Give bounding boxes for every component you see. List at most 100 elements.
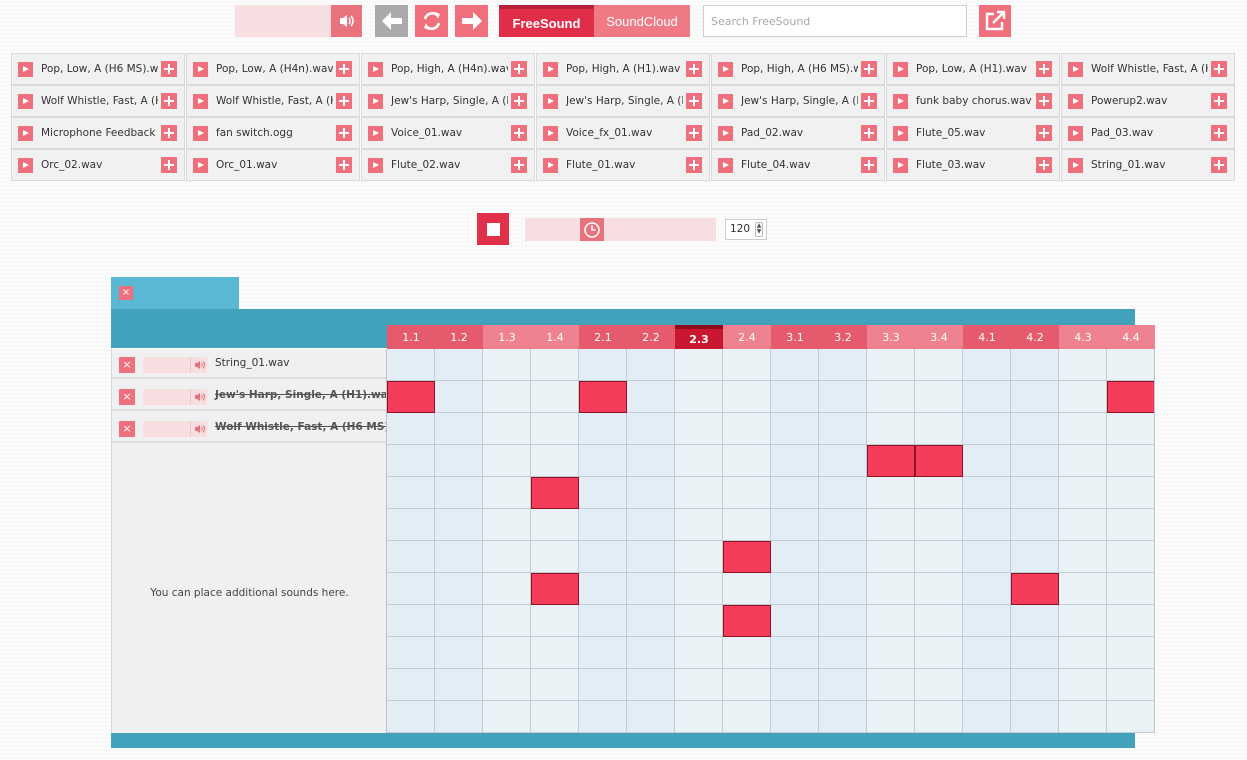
step-cell[interactable]: [387, 477, 435, 509]
step-cell[interactable]: [627, 509, 675, 541]
step-cell[interactable]: [531, 541, 579, 573]
external-link-icon[interactable]: [979, 5, 1011, 37]
step-cell-active[interactable]: [915, 445, 963, 477]
step-cell[interactable]: [1059, 477, 1107, 509]
sound-item[interactable]: Flute_01.wav: [536, 149, 710, 181]
stepper-arrows-icon[interactable]: ▲ ▼: [755, 222, 763, 237]
add-icon[interactable]: [511, 61, 527, 77]
step-cell[interactable]: [1107, 413, 1155, 445]
sound-item[interactable]: Pop, Low, A (H4n).wav: [186, 53, 360, 85]
step-cell[interactable]: [435, 477, 483, 509]
step-cell[interactable]: [771, 541, 819, 573]
step-cell[interactable]: [627, 605, 675, 637]
step-cell[interactable]: [1011, 637, 1059, 669]
add-icon[interactable]: [861, 125, 877, 141]
close-tab-button[interactable]: ×: [119, 286, 133, 300]
add-icon[interactable]: [861, 61, 877, 77]
step-cell[interactable]: [627, 669, 675, 701]
play-icon[interactable]: [368, 126, 383, 141]
step-cell[interactable]: [483, 349, 531, 381]
sound-item[interactable]: fan switch.ogg: [186, 117, 360, 149]
add-icon[interactable]: [336, 93, 352, 109]
step-cell[interactable]: [771, 381, 819, 413]
step-cell[interactable]: [963, 413, 1011, 445]
step-cell[interactable]: [1011, 701, 1059, 733]
step-cell[interactable]: [771, 637, 819, 669]
step-cell[interactable]: [387, 509, 435, 541]
step-cell[interactable]: [579, 413, 627, 445]
step-cell[interactable]: [1011, 669, 1059, 701]
track-volume-slider[interactable]: [143, 421, 190, 437]
step-cell[interactable]: [819, 541, 867, 573]
step-cell[interactable]: [1059, 669, 1107, 701]
play-icon[interactable]: [193, 158, 208, 173]
step-cell[interactable]: [579, 541, 627, 573]
step-cell[interactable]: [531, 701, 579, 733]
play-icon[interactable]: [368, 158, 383, 173]
step-cell[interactable]: [1059, 509, 1107, 541]
add-icon[interactable]: [1211, 125, 1227, 141]
step-cell[interactable]: [819, 509, 867, 541]
play-icon[interactable]: [718, 94, 733, 109]
step-cell[interactable]: [723, 637, 771, 669]
sound-item[interactable]: Jew's Harp, Single, A (H6 MS).wav: [536, 85, 710, 117]
play-icon[interactable]: [368, 62, 383, 77]
play-icon[interactable]: [543, 94, 558, 109]
step-cell[interactable]: [675, 637, 723, 669]
step-cell[interactable]: [531, 605, 579, 637]
step-cell[interactable]: [915, 637, 963, 669]
step-cell[interactable]: [531, 349, 579, 381]
step-cell[interactable]: [1011, 445, 1059, 477]
speaker-icon[interactable]: [190, 421, 207, 437]
step-cell[interactable]: [435, 445, 483, 477]
play-icon[interactable]: [1068, 94, 1083, 109]
step-cell-active[interactable]: [579, 381, 627, 413]
step-cell[interactable]: [1011, 509, 1059, 541]
step-cell[interactable]: [627, 637, 675, 669]
step-cell[interactable]: [531, 381, 579, 413]
arrow-left-icon[interactable]: [375, 5, 408, 37]
step-cell[interactable]: [579, 573, 627, 605]
step-cell[interactable]: [435, 637, 483, 669]
step-cell[interactable]: [1011, 541, 1059, 573]
step-cell[interactable]: [1011, 477, 1059, 509]
step-cell-active[interactable]: [723, 605, 771, 637]
play-icon[interactable]: [893, 94, 908, 109]
step-cell[interactable]: [723, 381, 771, 413]
add-icon[interactable]: [161, 93, 177, 109]
add-icon[interactable]: [161, 61, 177, 77]
step-cell[interactable]: [963, 637, 1011, 669]
add-icon[interactable]: [1211, 93, 1227, 109]
play-icon[interactable]: [893, 62, 908, 77]
step-cell[interactable]: [819, 637, 867, 669]
step-cell[interactable]: [579, 605, 627, 637]
step-cell[interactable]: [387, 701, 435, 733]
sound-item[interactable]: Pop, High, A (H6 MS).wav: [711, 53, 885, 85]
remove-track-button[interactable]: ×: [119, 357, 135, 373]
sound-item[interactable]: Pad_02.wav: [711, 117, 885, 149]
play-icon[interactable]: [543, 62, 558, 77]
step-cell[interactable]: [675, 381, 723, 413]
step-cell[interactable]: [579, 509, 627, 541]
add-icon[interactable]: [1211, 61, 1227, 77]
speaker-icon[interactable]: [190, 389, 207, 405]
step-cell[interactable]: [1107, 445, 1155, 477]
speaker-icon[interactable]: [190, 357, 207, 373]
sound-item[interactable]: Pop, High, A (H1).wav: [536, 53, 710, 85]
add-icon[interactable]: [1036, 157, 1052, 173]
step-cell[interactable]: [819, 669, 867, 701]
step-cell[interactable]: [435, 541, 483, 573]
step-cell[interactable]: [1059, 701, 1107, 733]
sequencer-tab[interactable]: ×: [111, 277, 239, 309]
play-icon[interactable]: [718, 158, 733, 173]
step-cell[interactable]: [531, 413, 579, 445]
step-cell[interactable]: [963, 477, 1011, 509]
step-cell[interactable]: [915, 573, 963, 605]
step-cell[interactable]: [627, 349, 675, 381]
step-cell[interactable]: [675, 669, 723, 701]
step-cell[interactable]: [579, 669, 627, 701]
step-cell[interactable]: [819, 413, 867, 445]
step-cell[interactable]: [675, 477, 723, 509]
search-input[interactable]: [703, 5, 967, 37]
remove-track-button[interactable]: ×: [119, 389, 135, 405]
